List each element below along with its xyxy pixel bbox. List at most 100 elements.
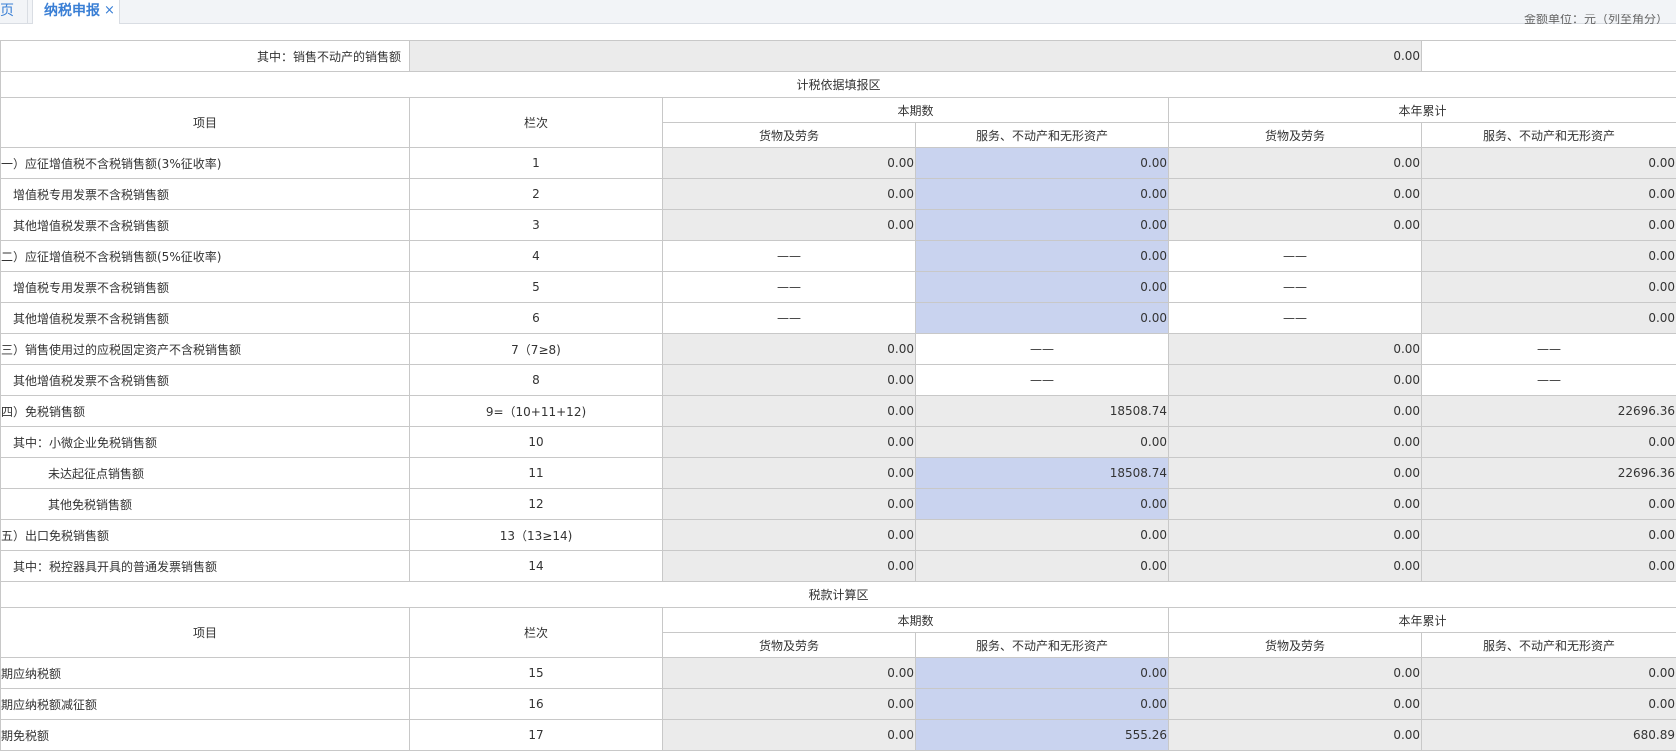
cell-goods-ytd[interactable]: 0.00 — [1169, 689, 1422, 720]
cell-goods[interactable]: 0.00 — [663, 520, 916, 551]
cell-services-ytd[interactable]: 0.00 — [1422, 658, 1676, 689]
row-column-number: 5 — [410, 272, 663, 303]
header-year-to-date: 本年累计 — [1169, 608, 1676, 633]
cell-goods-dash: —— — [663, 272, 916, 303]
cell-goods[interactable]: 0.00 — [663, 179, 916, 210]
close-icon[interactable]: × — [104, 0, 115, 22]
header-goods-ytd: 货物及劳务 — [1169, 633, 1422, 658]
cell-goods-ytd[interactable]: 0.00 — [1169, 148, 1422, 179]
row-column-number: 10 — [410, 427, 663, 458]
cell-services-ytd[interactable]: 22696.36 — [1422, 396, 1676, 427]
cell-goods-ytd[interactable]: 0.00 — [1169, 720, 1422, 751]
row-label: 未达起征点销售额 — [1, 458, 410, 489]
cell-goods-ytd[interactable]: 0.00 — [1169, 427, 1422, 458]
tax-form-sheet: 其中：销售不动产的销售额 0.00 计税依据填报区 项目 栏次 本期数 本年累计… — [0, 40, 1676, 751]
cell-goods-ytd[interactable]: 0.00 — [1169, 551, 1422, 582]
cell-services[interactable]: 0.00 — [916, 148, 1169, 179]
cell-goods-ytd-dash: —— — [1169, 303, 1422, 334]
cell-services-ytd[interactable]: 0.00 — [1422, 179, 1676, 210]
cell-services-ytd[interactable]: 0.00 — [1422, 241, 1676, 272]
cell-services[interactable]: 0.00 — [916, 272, 1169, 303]
cell-goods-dash: —— — [663, 241, 916, 272]
cell-services[interactable]: 0.00 — [916, 210, 1169, 241]
cell-goods-ytd[interactable]: 0.00 — [1169, 396, 1422, 427]
cell-goods[interactable]: 0.00 — [663, 427, 916, 458]
cell-goods-ytd-dash: —— — [1169, 241, 1422, 272]
top-row-value[interactable]: 0.00 — [410, 41, 1422, 72]
cell-goods[interactable]: 0.00 — [663, 489, 916, 520]
cell-services-dash: —— — [916, 334, 1169, 365]
cell-services-ytd[interactable]: 0.00 — [1422, 520, 1676, 551]
cell-goods-ytd[interactable]: 0.00 — [1169, 365, 1422, 396]
cell-goods[interactable]: 0.00 — [663, 658, 916, 689]
row-column-number: 16 — [410, 689, 663, 720]
cell-services-ytd[interactable]: 0.00 — [1422, 148, 1676, 179]
row-label: 其中：税控器具开具的普通发票销售额 — [1, 551, 410, 582]
cell-services-ytd-dash: —— — [1422, 334, 1676, 365]
cell-services-ytd[interactable]: 22696.36 — [1422, 458, 1676, 489]
cell-services[interactable]: 0.00 — [916, 658, 1169, 689]
header-services-ytd: 服务、不动产和无形资产 — [1422, 123, 1676, 148]
cell-goods-ytd[interactable]: 0.00 — [1169, 334, 1422, 365]
row-column-number: 17 — [410, 720, 663, 751]
cell-services[interactable]: 18508.74 — [916, 396, 1169, 427]
cell-services[interactable]: 0.00 — [916, 241, 1169, 272]
cell-goods[interactable]: 0.00 — [663, 210, 916, 241]
tab-tax-declaration[interactable]: 纳税申报 × — [32, 0, 120, 24]
cell-goods[interactable]: 0.00 — [663, 551, 916, 582]
cell-goods-ytd[interactable]: 0.00 — [1169, 458, 1422, 489]
cell-goods[interactable]: 0.00 — [663, 148, 916, 179]
cell-goods[interactable]: 0.00 — [663, 720, 916, 751]
tab-home-label: 页 — [0, 3, 14, 19]
cell-services[interactable]: 18508.74 — [916, 458, 1169, 489]
tab-home[interactable]: 页 — [0, 0, 28, 23]
header-services: 服务、不动产和无形资产 — [916, 633, 1169, 658]
cell-goods-dash: —— — [663, 303, 916, 334]
row-label: 其他增值税发票不含税销售额 — [1, 365, 410, 396]
cell-services-ytd[interactable]: 0.00 — [1422, 689, 1676, 720]
cell-goods[interactable]: 0.00 — [663, 689, 916, 720]
cell-services[interactable]: 555.26 — [916, 720, 1169, 751]
tab-bar: 页 纳税申报 × — [0, 0, 1676, 24]
row-column-number: 11 — [410, 458, 663, 489]
cell-services[interactable]: 0.00 — [916, 551, 1169, 582]
cell-services[interactable]: 0.00 — [916, 689, 1169, 720]
cell-services-ytd[interactable]: 0.00 — [1422, 303, 1676, 334]
header-column: 栏次 — [410, 98, 663, 148]
row-column-number: 6 — [410, 303, 663, 334]
cell-services[interactable]: 0.00 — [916, 427, 1169, 458]
row-label: 其他增值税发票不含税销售额 — [1, 210, 410, 241]
cell-goods[interactable]: 0.00 — [663, 458, 916, 489]
tax-form-table: 其中：销售不动产的销售额 0.00 计税依据填报区 项目 栏次 本期数 本年累计… — [0, 40, 1676, 751]
cell-goods[interactable]: 0.00 — [663, 365, 916, 396]
cell-services-dash: —— — [916, 365, 1169, 396]
cell-services-ytd[interactable]: 680.89 — [1422, 720, 1676, 751]
cell-services-ytd[interactable]: 0.00 — [1422, 551, 1676, 582]
row-column-number: 14 — [410, 551, 663, 582]
table-row: 未达起征点销售额 11 0.00 18508.74 0.00 22696.36 — [1, 458, 1676, 489]
cell-goods-ytd[interactable]: 0.00 — [1169, 210, 1422, 241]
header-goods: 货物及劳务 — [663, 123, 916, 148]
unit-note: 金额单位：元（列至角分） — [1524, 14, 1668, 24]
cell-services-ytd[interactable]: 0.00 — [1422, 427, 1676, 458]
row-column-number: 2 — [410, 179, 663, 210]
cell-services[interactable]: 0.00 — [916, 303, 1169, 334]
cell-goods-ytd[interactable]: 0.00 — [1169, 520, 1422, 551]
cell-services[interactable]: 0.00 — [916, 520, 1169, 551]
header-goods: 货物及劳务 — [663, 633, 916, 658]
row-label: 增值税专用发票不含税销售额 — [1, 272, 410, 303]
cell-services-ytd[interactable]: 0.00 — [1422, 272, 1676, 303]
cell-services[interactable]: 0.00 — [916, 179, 1169, 210]
cell-services[interactable]: 0.00 — [916, 489, 1169, 520]
cell-goods-ytd[interactable]: 0.00 — [1169, 658, 1422, 689]
top-row: 其中：销售不动产的销售额 0.00 — [1, 41, 1676, 72]
cell-services-ytd[interactable]: 0.00 — [1422, 489, 1676, 520]
cell-goods[interactable]: 0.00 — [663, 396, 916, 427]
row-column-number: 7（7≥8) — [410, 334, 663, 365]
top-row-label: 其中：销售不动产的销售额 — [1, 41, 410, 72]
row-label: 期免税额 — [1, 720, 410, 751]
cell-goods-ytd[interactable]: 0.00 — [1169, 489, 1422, 520]
cell-services-ytd[interactable]: 0.00 — [1422, 210, 1676, 241]
cell-goods[interactable]: 0.00 — [663, 334, 916, 365]
cell-goods-ytd[interactable]: 0.00 — [1169, 179, 1422, 210]
